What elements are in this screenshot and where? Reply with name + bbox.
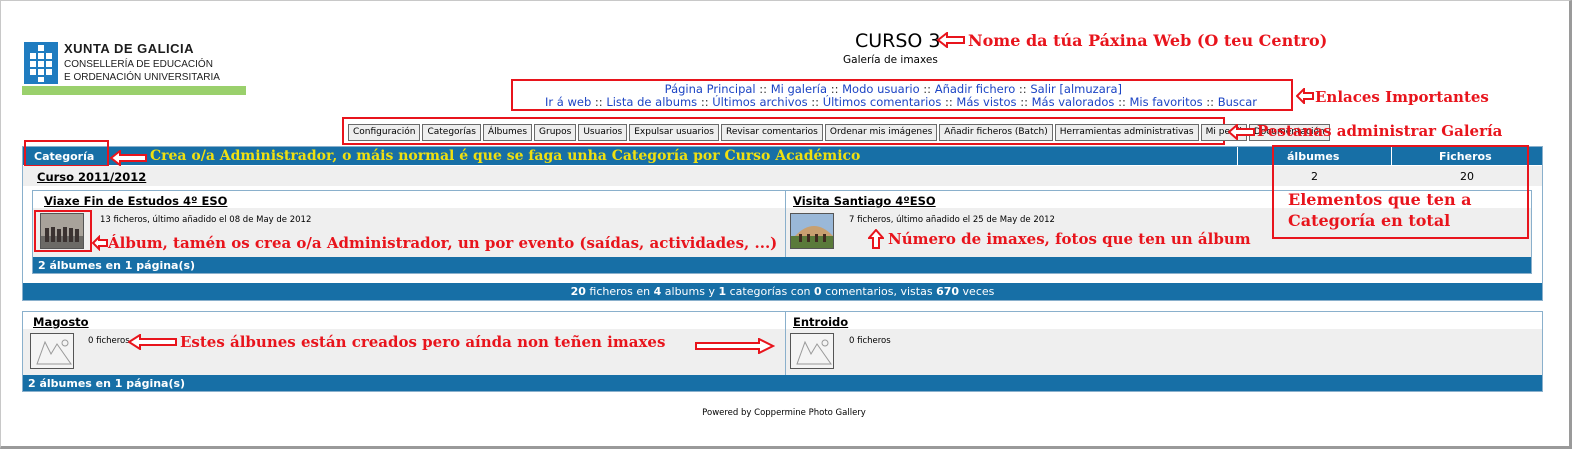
link-search[interactable]: Buscar (1218, 95, 1257, 109)
tab-review-comments[interactable]: Revisar comentarios (720, 124, 823, 141)
album-link[interactable]: Viaxe Fin de Estudos 4º ESO (44, 194, 227, 208)
links-row2: Ir á web :: Lista de albums :: Últimos a… (544, 95, 1257, 109)
link-user-mode[interactable]: Modo usuario (842, 82, 920, 96)
link-most-viewed[interactable]: Más vistos (956, 95, 1016, 109)
category-highlight (24, 140, 109, 167)
header-divider (1237, 147, 1238, 165)
tab-admin-tools[interactable]: Herramientas administrativas (1054, 124, 1199, 141)
tab-albums[interactable]: Álbumes (482, 124, 533, 141)
stats-text: albums y (661, 285, 719, 298)
links-row1: Página Principal :: Mi galería :: Modo u… (664, 82, 1122, 96)
annotation-category: Crea o/a Administrador, o máis normal é … (150, 148, 861, 164)
stats-text: veces (959, 285, 995, 298)
stats-views: 670 (936, 285, 960, 298)
admin-tabs: Configuración Categorías Álbumes Grupos … (348, 124, 1330, 141)
logo-green-bar (22, 86, 246, 95)
annotation-images: Número de imaxes, fotos que ten un álbum (888, 230, 1251, 248)
album-divider (785, 312, 786, 375)
link-last-comments[interactable]: Últimos comentarios (823, 95, 942, 109)
album-info: 0 ficheros (88, 336, 130, 346)
album-info: 7 ficheros, último añadido el 25 de May … (849, 215, 1055, 225)
arrow-left-icon (92, 235, 108, 251)
arrow-right-icon (695, 338, 775, 354)
tab-users[interactable]: Usuarios (578, 124, 628, 141)
powered-by: Powered by Coppermine Photo Gallery (0, 408, 1568, 418)
link-my-gallery[interactable]: Mi galería (771, 82, 827, 96)
page-title: CURSO 3 (855, 30, 941, 52)
arrow-left-icon (110, 150, 147, 166)
thumbnail-highlight (34, 210, 92, 252)
powered-by-link[interactable]: Powered by Coppermine Photo Gallery (702, 408, 866, 418)
logo-line2: CONSELLERÍA DE EDUCACIÓN (64, 59, 213, 70)
album-thumbnail[interactable] (790, 213, 834, 249)
arrow-up-icon (868, 229, 884, 249)
link-logout[interactable]: Salir [almuzara] (1030, 82, 1122, 96)
logo-line3: E ORDENACIÓN UNIVERSITARIA (64, 72, 220, 83)
albums-footer: 2 álbumes en 1 página(s) (38, 259, 196, 272)
stats-comments: 0 (814, 285, 822, 298)
annotation-empty: Estes álbunes están creados pero aínda n… (180, 333, 666, 351)
link-album-list[interactable]: Lista de albums (606, 95, 697, 109)
album-divider (785, 191, 786, 257)
page-subtitle: Galería de imaxes (843, 54, 938, 66)
stats-categories: 1 (718, 285, 727, 298)
album-link[interactable]: Entroido (793, 315, 848, 329)
stats-files: 20 (570, 285, 586, 298)
albums-footer-bar (33, 257, 1531, 273)
gallery-stats: 20 ficheros en 4 albums y 1 categorías c… (23, 283, 1542, 300)
album-info: 13 ficheros, último añadido el 08 de May… (100, 215, 312, 225)
stats-text: comentarios, vistas (821, 285, 937, 298)
annotation-elements-1: Elementos que ten a (1288, 190, 1472, 209)
annotation-album: Álbum, tamén os crea o/a Administrador, … (108, 234, 778, 252)
tab-batch-add[interactable]: Añadir ficheros (Batch) (939, 124, 1053, 141)
tab-ban-users[interactable]: Expulsar usuarios (629, 124, 719, 141)
link-last-files[interactable]: Últimos archivos (712, 95, 807, 109)
xunta-logo: XUNTA DE GALICIA CONSELLERÍA DE EDUCACIÓ… (22, 40, 246, 96)
tab-groups[interactable]: Grupos (534, 124, 577, 141)
album-info: 0 ficheros (849, 336, 891, 346)
arrow-left-icon (128, 334, 177, 350)
tab-categories[interactable]: Categorías (422, 124, 481, 141)
arrow-left-icon (936, 32, 965, 48)
link-top-rated[interactable]: Más valorados (1032, 95, 1115, 109)
annotation-tabs: Pestanas administrar Galería (1257, 122, 1503, 140)
annotation-elements-2: Categoría en total (1288, 211, 1451, 230)
link-add-file[interactable]: Añadir fichero (935, 82, 1016, 96)
tab-configuration[interactable]: Configuración (348, 124, 421, 141)
category-link[interactable]: Curso 2011/2012 (37, 170, 146, 184)
xunta-crest-icon (24, 42, 58, 84)
link-favorites[interactable]: Mis favoritos (1129, 95, 1202, 109)
link-go-web[interactable]: Ir á web (545, 95, 591, 109)
link-main-page[interactable]: Página Principal (665, 82, 756, 96)
album-link[interactable]: Visita Santiago 4ºESO (793, 194, 936, 208)
arrow-left-icon (1296, 88, 1314, 104)
empty-albums-footer: 2 álbumes en 1 página(s) (28, 377, 186, 390)
empty-albums-title-row (23, 312, 1542, 329)
album-link[interactable]: Magosto (33, 315, 89, 329)
arrow-left-icon (1228, 124, 1255, 140)
annotation-links: Enlaces Importantes (1315, 88, 1489, 106)
tab-sort-images[interactable]: Ordenar mis imágenes (824, 124, 938, 141)
logo-line1: XUNTA DE GALICIA (64, 41, 195, 56)
empty-album-icon[interactable] (30, 333, 74, 369)
empty-footer-bar (23, 375, 1542, 391)
stats-text: ficheros en (585, 285, 654, 298)
stats-text: categorías con (726, 285, 815, 298)
empty-album-icon[interactable] (790, 333, 834, 369)
annotation-title: Nome da túa Páxina Web (O teu Centro) (968, 31, 1328, 50)
